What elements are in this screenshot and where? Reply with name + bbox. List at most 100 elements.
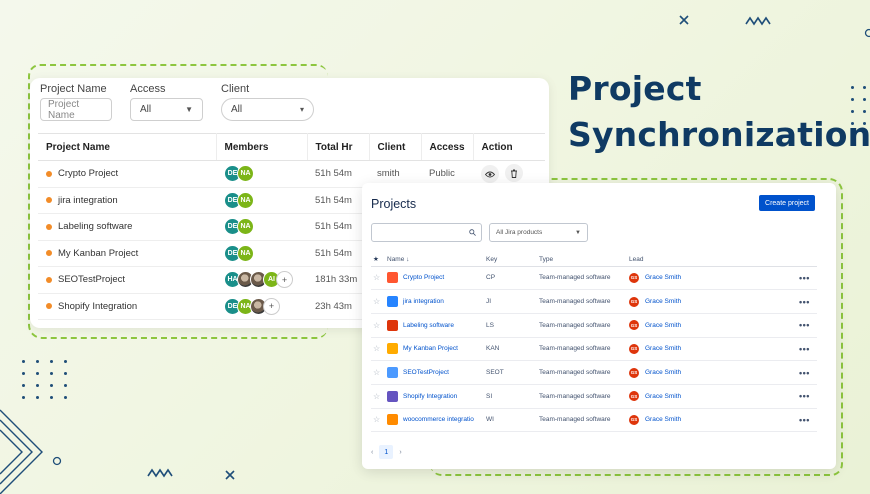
page-number-current[interactable]: 1 xyxy=(379,445,394,459)
more-actions-icon[interactable]: ••• xyxy=(799,273,810,283)
eye-icon xyxy=(485,171,496,178)
client-select[interactable]: All ▾ xyxy=(221,98,314,121)
col-name[interactable]: Name ↓ xyxy=(385,253,484,267)
more-members-button[interactable]: + xyxy=(276,271,293,289)
lead-name-link[interactable]: Grace Smith xyxy=(645,416,681,423)
star-icon[interactable]: ☆ xyxy=(373,392,380,401)
hero-title-line2: Synchronization xyxy=(568,115,870,154)
status-dot xyxy=(46,276,52,283)
lead-name-link[interactable]: Grace Smith xyxy=(645,369,681,376)
project-key: KAN xyxy=(484,337,537,362)
star-icon[interactable]: ☆ xyxy=(373,415,380,424)
star-icon[interactable]: ☆ xyxy=(373,297,380,306)
table-row[interactable]: ☆ Crypto Project CP Team-managed softwar… xyxy=(371,266,817,291)
avatar[interactable]: NA xyxy=(237,218,254,236)
more-actions-icon[interactable]: ••• xyxy=(799,344,810,354)
next-page-icon[interactable]: › xyxy=(399,449,401,456)
pagination: ‹ 1 › xyxy=(371,445,402,459)
table-row[interactable]: ☆ woocommerce integratio WI Team-managed… xyxy=(371,408,817,433)
lead-avatar[interactable]: GS xyxy=(629,414,639,425)
project-name-link[interactable]: My Kanban Project xyxy=(403,345,458,352)
view-button[interactable] xyxy=(481,165,500,184)
dot-grid xyxy=(22,360,67,399)
more-actions-icon[interactable]: ••• xyxy=(799,297,810,307)
star-icon[interactable]: ☆ xyxy=(373,368,380,377)
member-avatars[interactable]: DE NA + xyxy=(224,297,299,315)
access-filter: Access All ▼ xyxy=(130,83,203,121)
status-dot xyxy=(46,250,52,257)
total-hr: 51h 54m xyxy=(307,187,369,214)
search-input[interactable] xyxy=(371,223,482,242)
total-hr: 51h 54m xyxy=(307,213,369,241)
project-name-link[interactable]: SEOTestProject xyxy=(403,369,449,376)
member-avatars[interactable]: HA AI + xyxy=(224,271,299,289)
lead-avatar[interactable]: GS xyxy=(629,367,639,378)
total-hr: 181h 33m xyxy=(307,266,369,294)
status-dot xyxy=(46,170,52,177)
project-name-link[interactable]: woocommerce integratio xyxy=(403,416,474,423)
access-select[interactable]: All ▼ xyxy=(130,98,203,121)
project-type: Team-managed software xyxy=(537,408,627,433)
table-header-row: Project Name Members Total Hr Client Acc… xyxy=(38,133,545,161)
project-name[interactable]: Labeling software xyxy=(58,221,132,232)
lead-name-link[interactable]: Grace Smith xyxy=(645,298,681,305)
avatar[interactable]: NA xyxy=(237,244,254,262)
table-row[interactable]: ☆ Labeling software LS Team-managed soft… xyxy=(371,313,817,338)
cross-icon xyxy=(225,470,235,480)
lead-avatar[interactable]: GS xyxy=(629,320,639,331)
zigzag-icon xyxy=(745,16,771,26)
table-row[interactable]: ☆ My Kanban Project KAN Team-managed sof… xyxy=(371,337,817,362)
lead-name-link[interactable]: Grace Smith xyxy=(645,274,681,281)
table-row[interactable]: ☆ SEOTestProject SEOT Team-managed softw… xyxy=(371,360,817,385)
more-actions-icon[interactable]: ••• xyxy=(799,415,810,425)
panel-title: Projects xyxy=(371,197,417,211)
star-icon[interactable]: ☆ xyxy=(373,321,380,330)
member-avatars[interactable]: DE NA xyxy=(224,191,299,209)
create-project-button[interactable]: Create project xyxy=(759,195,815,211)
lead-avatar[interactable]: GS xyxy=(629,343,639,354)
avatar[interactable]: NA xyxy=(237,191,254,209)
chevron-lines-icon xyxy=(0,409,43,494)
zigzag-icon xyxy=(147,468,173,478)
project-name-link[interactable]: Labeling software xyxy=(403,322,454,329)
access-select-value: All xyxy=(140,104,152,115)
table-row[interactable]: ☆ jira integration JI Team-managed softw… xyxy=(371,289,817,314)
lead-name-link[interactable]: Grace Smith xyxy=(645,393,681,400)
lead-name-link[interactable]: Grace Smith xyxy=(645,322,681,329)
more-members-button[interactable]: + xyxy=(263,297,280,315)
cross-icon xyxy=(679,15,689,25)
member-avatars[interactable]: DE NA xyxy=(224,165,299,183)
project-name[interactable]: Shopify Integration xyxy=(58,301,137,312)
lead-name-link[interactable]: Grace Smith xyxy=(645,345,681,352)
project-name-link[interactable]: Crypto Project xyxy=(403,274,444,281)
product-filter-select[interactable]: All Jira products ▼ xyxy=(489,223,588,242)
lead-avatar[interactable]: GS xyxy=(629,296,639,307)
star-icon[interactable]: ☆ xyxy=(373,273,380,282)
lead-avatar[interactable]: GS xyxy=(629,272,639,283)
project-name[interactable]: SEOTestProject xyxy=(58,274,125,285)
project-icon xyxy=(387,367,398,379)
lead-avatar[interactable]: GS xyxy=(629,391,639,402)
member-avatars[interactable]: DE NA xyxy=(224,244,299,262)
project-name-link[interactable]: Shopify Integration xyxy=(403,393,457,400)
table-row[interactable]: ☆ Shopify Integration SI Team-managed so… xyxy=(371,384,817,409)
avatar[interactable]: NA xyxy=(237,165,254,183)
member-avatars[interactable]: DE NA xyxy=(224,218,299,236)
project-name-input[interactable]: Project Name xyxy=(40,98,112,121)
prev-page-icon[interactable]: ‹ xyxy=(371,449,373,456)
search-icon xyxy=(469,229,476,236)
project-name[interactable]: Crypto Project xyxy=(58,168,118,179)
delete-button[interactable] xyxy=(504,164,523,183)
star-icon[interactable]: ☆ xyxy=(373,344,380,353)
project-type: Team-managed software xyxy=(537,266,627,291)
more-actions-icon[interactable]: ••• xyxy=(799,368,810,378)
more-actions-icon[interactable]: ••• xyxy=(799,391,810,401)
project-name[interactable]: My Kanban Project xyxy=(58,248,138,259)
project-icon xyxy=(387,390,398,402)
project-name-filter: Project Name Project Name xyxy=(40,83,112,121)
more-actions-icon[interactable]: ••• xyxy=(799,320,810,330)
project-name-link[interactable]: jira integration xyxy=(403,298,444,305)
col-project-name: Project Name xyxy=(38,133,217,161)
jira-projects-panel: Projects Create project All Jira product… xyxy=(362,183,836,469)
project-name[interactable]: jira integration xyxy=(58,195,118,206)
